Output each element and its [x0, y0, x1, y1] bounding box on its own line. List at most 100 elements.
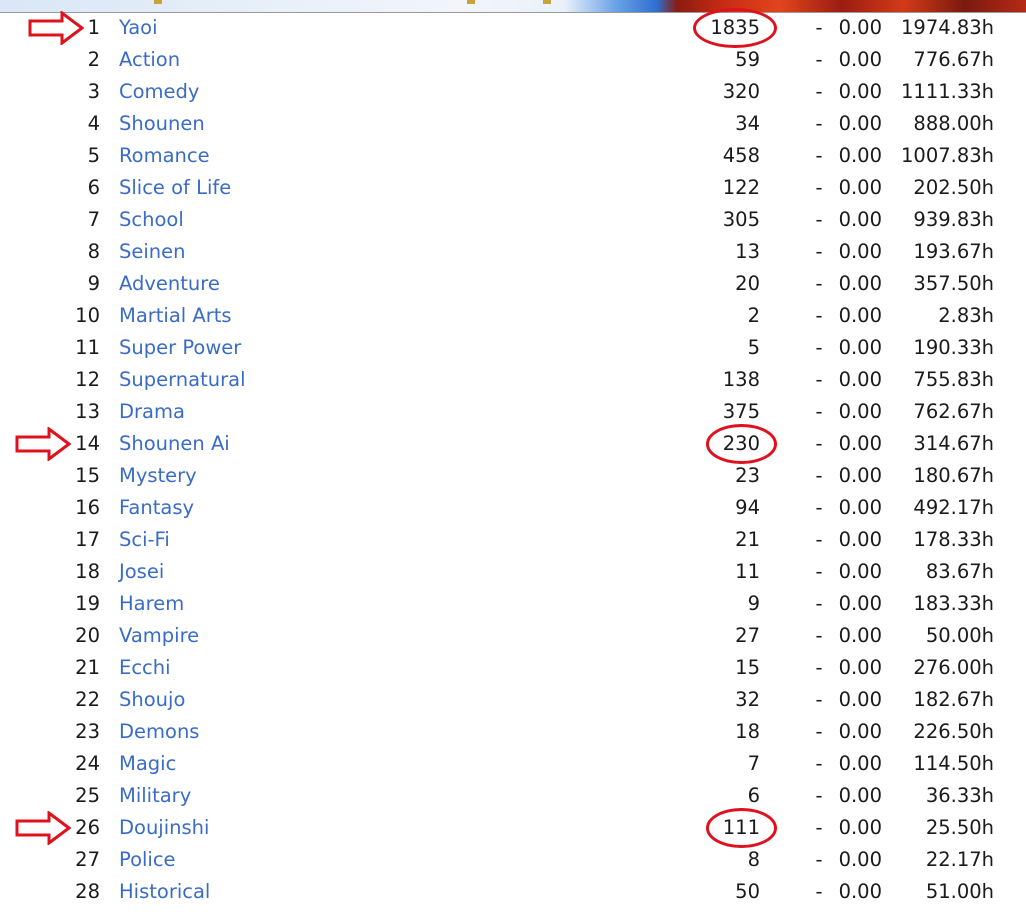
row-hours: 83.67h	[925, 560, 994, 583]
row-hours: 193.67h	[913, 240, 994, 263]
row-dash: -	[815, 208, 823, 231]
table-row: 28 Historical 50 -0.00 51.00h	[0, 876, 1026, 908]
genre-link[interactable]: Demons	[119, 716, 199, 748]
row-rank: 4	[87, 112, 100, 135]
row-hours: 776.67h	[913, 48, 994, 71]
row-hours: 226.50h	[913, 720, 994, 743]
row-count: 375	[722, 400, 760, 423]
row-dash: -	[815, 304, 823, 327]
genre-link[interactable]: Harem	[119, 588, 184, 620]
row-count: 50	[735, 880, 760, 903]
row-score: 0.00	[838, 464, 882, 487]
row-dash: -	[815, 144, 823, 167]
table-row: 15 Mystery 23 -0.00 180.67h	[0, 460, 1026, 492]
genre-link[interactable]: Martial Arts	[119, 300, 232, 332]
row-dash: -	[815, 464, 823, 487]
row-dash: -	[815, 848, 823, 871]
genre-link[interactable]: Comedy	[119, 76, 199, 108]
row-score: 0.00	[838, 16, 882, 39]
genre-link[interactable]: Slice of Life	[119, 172, 231, 204]
table-row: 7 School 305 -0.00 939.83h	[0, 204, 1026, 236]
row-rank: 7	[87, 208, 100, 231]
row-score: 0.00	[838, 752, 882, 775]
genre-link[interactable]: Shounen Ai	[119, 428, 230, 460]
genre-link[interactable]: Fantasy	[119, 492, 194, 524]
genre-link[interactable]: Doujinshi	[119, 812, 209, 844]
row-dash: -	[815, 400, 823, 423]
genre-link[interactable]: Military	[119, 780, 191, 812]
genre-link[interactable]: Adventure	[119, 268, 220, 300]
genre-link[interactable]: Action	[119, 44, 180, 76]
row-score: 0.00	[838, 656, 882, 679]
row-dash: -	[815, 688, 823, 711]
genre-link[interactable]: Shoujo	[119, 684, 185, 716]
row-rank: 21	[75, 656, 100, 679]
row-hours: 762.67h	[913, 400, 994, 423]
genre-link[interactable]: Historical	[119, 876, 210, 908]
row-score: 0.00	[838, 432, 882, 455]
row-rank: 28	[75, 880, 100, 903]
row-dash: -	[815, 816, 823, 839]
genre-link[interactable]: Magic	[119, 748, 176, 780]
table-row: 23 Demons 18 -0.00 226.50h	[0, 716, 1026, 748]
row-count: 11	[735, 560, 760, 583]
row-rank: 3	[87, 80, 100, 103]
row-score: 0.00	[838, 880, 882, 903]
row-hours: 36.33h	[925, 784, 994, 807]
row-score: 0.00	[838, 304, 882, 327]
row-score: 0.00	[838, 48, 882, 71]
row-score: 0.00	[838, 400, 882, 423]
row-hours: 2.83h	[938, 304, 994, 327]
genre-link[interactable]: Police	[119, 844, 176, 876]
row-hours: 755.83h	[913, 368, 994, 391]
genre-link[interactable]: Ecchi	[119, 652, 171, 684]
row-rank: 19	[75, 592, 100, 615]
row-score: 0.00	[838, 816, 882, 839]
genre-link[interactable]: Mystery	[119, 460, 197, 492]
genre-link[interactable]: Josei	[119, 556, 164, 588]
genre-link[interactable]: Romance	[119, 140, 210, 172]
banner-fleck	[467, 0, 475, 4]
row-dash: -	[815, 880, 823, 903]
genre-link[interactable]: Super Power	[119, 332, 241, 364]
row-dash: -	[815, 784, 823, 807]
table-row: 5 Romance 458 -0.00 1007.83h	[0, 140, 1026, 172]
row-hours: 1974.83h	[901, 16, 994, 39]
genre-link[interactable]: Shounen	[119, 108, 205, 140]
genre-link[interactable]: Yaoi	[119, 12, 158, 44]
row-dash: -	[815, 496, 823, 519]
row-count: 15	[735, 656, 760, 679]
genre-link[interactable]: Vampire	[119, 620, 199, 652]
row-score: 0.00	[838, 592, 882, 615]
row-score: 0.00	[838, 560, 882, 583]
row-rank: 5	[87, 144, 100, 167]
table-row: 1 Yaoi 1835 -0.00 1974.83h	[0, 12, 1026, 44]
row-hours: 178.33h	[913, 528, 994, 551]
table-row: 21 Ecchi 15 -0.00 276.00h	[0, 652, 1026, 684]
row-count: 20	[735, 272, 760, 295]
row-count: 1835	[710, 16, 760, 39]
row-score: 0.00	[838, 336, 882, 359]
row-count: 23	[735, 464, 760, 487]
row-rank: 20	[75, 624, 100, 647]
row-count: 305	[722, 208, 760, 231]
row-count: 18	[735, 720, 760, 743]
row-rank: 1	[87, 16, 100, 39]
genre-link[interactable]: Supernatural	[119, 364, 245, 396]
row-count: 9	[747, 592, 760, 615]
row-rank: 18	[75, 560, 100, 583]
table-row: 11 Super Power 5 -0.00 190.33h	[0, 332, 1026, 364]
row-count: 2	[747, 304, 760, 327]
row-dash: -	[815, 656, 823, 679]
row-count: 21	[735, 528, 760, 551]
banner-fleck	[154, 0, 162, 4]
genre-link[interactable]: Drama	[119, 396, 185, 428]
row-hours: 1007.83h	[901, 144, 994, 167]
genre-link[interactable]: Sci-Fi	[119, 524, 170, 556]
genre-link[interactable]: School	[119, 204, 184, 236]
row-dash: -	[815, 80, 823, 103]
row-rank: 26	[75, 816, 100, 839]
row-count: 59	[735, 48, 760, 71]
genre-link[interactable]: Seinen	[119, 236, 186, 268]
row-count: 320	[722, 80, 760, 103]
